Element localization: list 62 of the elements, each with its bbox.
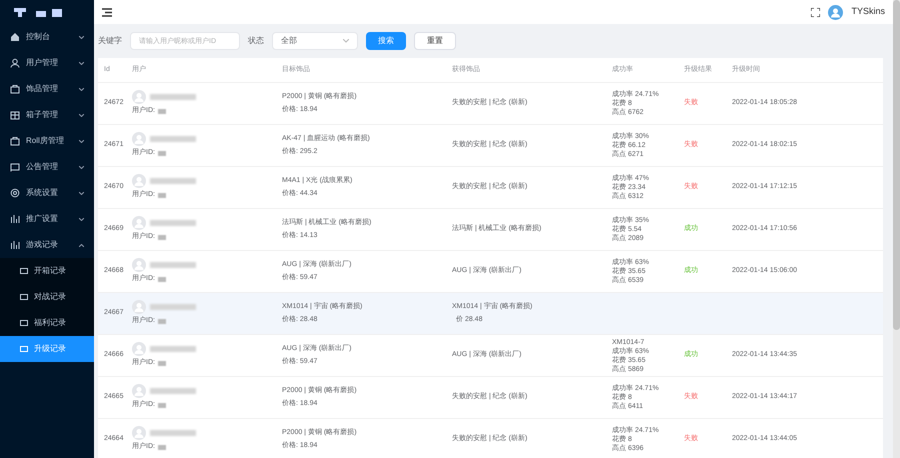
user-icon <box>10 58 20 68</box>
record-icon <box>20 267 28 275</box>
sidebar-item[interactable]: 饰品管理 <box>0 76 94 102</box>
fullscreen-icon[interactable] <box>811 8 820 16</box>
blurred-name <box>150 346 196 352</box>
blurred-id <box>158 193 166 198</box>
blurred-id <box>158 445 166 450</box>
box-icon <box>10 110 20 120</box>
avatar-icon <box>132 384 146 398</box>
blurred-name <box>150 136 196 142</box>
sidebar-item[interactable]: 公告管理 <box>0 154 94 180</box>
sidebar-item[interactable]: Roll房管理 <box>0 128 94 154</box>
caret-icon <box>343 39 349 43</box>
status-select[interactable]: 全部 <box>272 32 358 50</box>
sidebar-item[interactable]: 推广设置 <box>0 206 94 232</box>
sidebar-item[interactable]: 箱子管理 <box>0 102 94 128</box>
sidebar-item[interactable]: 控制台 <box>0 24 94 50</box>
blurred-name <box>150 262 196 268</box>
avatar-icon <box>132 258 146 272</box>
blurred-id <box>158 319 166 324</box>
record-icon <box>20 319 28 327</box>
blurred-id <box>158 361 166 366</box>
avatar-icon <box>132 216 146 230</box>
bar-chart-icon <box>10 214 20 224</box>
avatar-icon <box>132 426 146 440</box>
card-icon <box>10 162 20 172</box>
avatar-icon <box>132 342 146 356</box>
reset-button[interactable]: 重置 <box>414 32 456 50</box>
blurred-name <box>150 304 196 310</box>
blurred-name <box>150 178 196 184</box>
avatar-icon[interactable] <box>828 4 844 20</box>
record-icon <box>20 293 28 301</box>
submenu-item[interactable]: 福利记录 <box>0 310 94 336</box>
blurred-name <box>150 430 196 436</box>
blurred-name <box>150 388 196 394</box>
blurred-id <box>158 151 166 156</box>
bar-chart-icon <box>10 240 20 250</box>
sidebar-item[interactable]: 游戏记录 <box>0 232 94 258</box>
blurred-id <box>158 277 166 282</box>
home-icon <box>10 32 20 42</box>
avatar-icon <box>132 132 146 146</box>
status-label: 状态 <box>248 35 264 47</box>
username[interactable]: TYSkins <box>851 5 885 19</box>
blurred-id <box>158 235 166 240</box>
bag-icon <box>10 136 20 146</box>
keyword-label: 关键字 <box>98 35 122 47</box>
gear-icon <box>10 188 20 198</box>
submenu-item[interactable]: 对战记录 <box>0 284 94 310</box>
avatar-icon <box>132 300 146 314</box>
blurred-name <box>150 220 196 226</box>
sidebar-item[interactable]: 系统设置 <box>0 180 94 206</box>
blurred-id <box>158 403 166 408</box>
avatar-icon <box>132 174 146 188</box>
menu-icon[interactable] <box>102 8 112 16</box>
record-icon <box>20 345 28 353</box>
scrollbar[interactable] <box>893 0 900 458</box>
blurred-name <box>150 94 196 100</box>
sidebar-item[interactable]: 用户管理 <box>0 50 94 76</box>
avatar-icon <box>132 90 146 104</box>
submenu-item[interactable]: 开箱记录 <box>0 258 94 284</box>
blurred-id <box>158 109 166 114</box>
bag-icon <box>10 84 20 94</box>
